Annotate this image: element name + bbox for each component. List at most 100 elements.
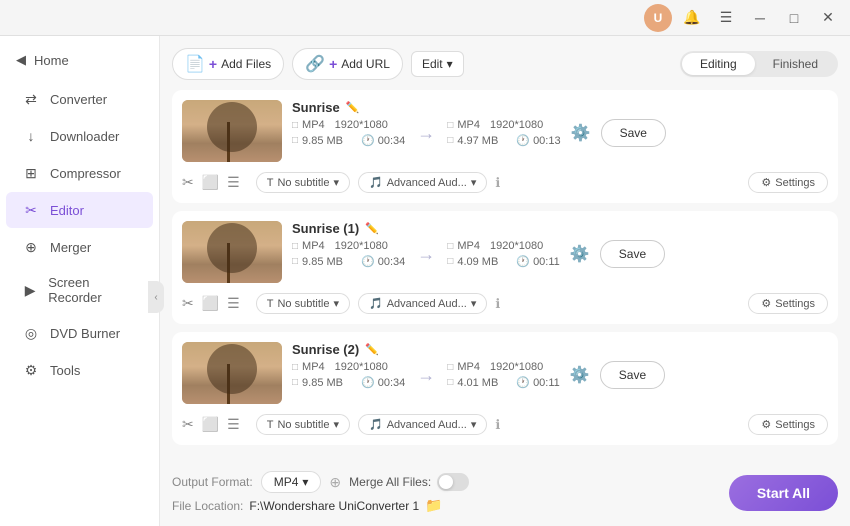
file-thumbnail xyxy=(182,342,282,404)
notification-icon[interactable]: 🔔 xyxy=(678,7,706,29)
sidebar-item-converter[interactable]: ⇄ Converter xyxy=(6,81,153,117)
compressor-icon: ⊞ xyxy=(22,164,40,182)
convert-arrow-icon: → xyxy=(417,244,435,265)
file-card-top: Sunrise ✏️ □ MP4 1920*1080 □ 9.85 MB � xyxy=(182,100,828,162)
sidebar-collapse-btn[interactable]: ‹ xyxy=(148,281,164,313)
subtitle-value: No subtitle xyxy=(277,419,329,431)
add-files-icon: 📄 xyxy=(185,54,205,74)
file-card: Sunrise (1) ✏️ □ MP4 1920*1080 □ 9.85 MB xyxy=(172,211,838,324)
menu-icon[interactable]: ☰ xyxy=(227,295,240,312)
dst-size: □ 4.09 MB 🕐 00:11 xyxy=(447,255,559,268)
crop-icon[interactable]: ⬜ xyxy=(202,174,219,191)
src-size: □ 9.85 MB 🕐 00:34 xyxy=(292,134,405,147)
settings-button[interactable]: ⚙ Settings xyxy=(748,414,828,435)
file-thumbnail xyxy=(182,100,282,162)
file-thumbnail xyxy=(182,221,282,283)
settings-label: Settings xyxy=(775,298,815,310)
output-format-select[interactable]: MP4 ▾ xyxy=(261,471,322,493)
convert-arrow-icon: → xyxy=(417,365,435,386)
menu-icon[interactable]: ☰ xyxy=(227,416,240,433)
file-location-row: File Location: F:\Wondershare UniConvert… xyxy=(172,497,469,514)
file-location-label: File Location: xyxy=(172,499,243,513)
chevron-down-icon: ▾ xyxy=(471,418,477,431)
settings-button[interactable]: ⚙ Settings xyxy=(748,172,828,193)
main-content: 📄 + Add Files 🔗 + Add URL Edit ▾ Editing… xyxy=(160,36,850,526)
dest-meta: □ MP4 1920*1080 □ 4.09 MB 🕐 00:11 xyxy=(447,240,559,268)
edit-dropdown[interactable]: Edit ▾ xyxy=(411,51,464,77)
output-format-row: Output Format: MP4 ▾ ⊕ Merge All Files: xyxy=(172,471,469,493)
add-files-button[interactable]: 📄 + Add Files xyxy=(172,48,284,80)
edit-name-icon[interactable]: ✏️ xyxy=(365,343,379,356)
settings-gear-button[interactable]: ⚙️ xyxy=(566,361,594,389)
sidebar-home[interactable]: ◀ Home xyxy=(0,44,159,76)
settings-button[interactable]: ⚙ Settings xyxy=(748,293,828,314)
sidebar-item-label-dvd-burner: DVD Burner xyxy=(50,326,120,341)
info-icon[interactable]: ℹ xyxy=(495,417,500,433)
output-format-value: MP4 xyxy=(274,475,299,489)
add-output-format-icon[interactable]: ⊕ xyxy=(329,474,341,491)
footer-left: Output Format: MP4 ▾ ⊕ Merge All Files: … xyxy=(172,471,469,514)
audio-icon: 🎵 xyxy=(369,176,383,189)
tab-finished[interactable]: Finished xyxy=(755,53,836,75)
save-button[interactable]: Save xyxy=(600,361,665,389)
crop-icon[interactable]: ⬜ xyxy=(202,416,219,433)
audio-select[interactable]: 🎵 Advanced Aud... ▾ xyxy=(358,172,487,193)
dst-size: □ 4.01 MB 🕐 00:11 xyxy=(447,376,559,389)
minimize-button[interactable]: ─ xyxy=(746,7,774,29)
file-location-value: F:\Wondershare UniConverter 1 xyxy=(249,499,419,513)
sidebar-item-label-compressor: Compressor xyxy=(50,166,121,181)
merge-toggle-switch[interactable] xyxy=(437,473,469,491)
merge-all-label: Merge All Files: xyxy=(349,475,431,489)
dest-meta: □ MP4 1920*1080 □ 4.97 MB 🕐 00:13 xyxy=(447,119,560,147)
toggle-knob xyxy=(439,475,453,489)
output-format-label: Output Format: xyxy=(172,475,253,489)
src-size: □ 9.85 MB 🕐 00:34 xyxy=(292,255,405,268)
folder-icon[interactable]: 📁 xyxy=(425,497,442,514)
add-files-label: Add Files xyxy=(221,57,271,71)
close-button[interactable]: ✕ xyxy=(814,7,842,29)
cut-icon[interactable]: ✂ xyxy=(182,174,194,191)
settings-gear-button[interactable]: ⚙️ xyxy=(566,240,594,268)
sidebar-item-dvd-burner[interactable]: ◎ DVD Burner xyxy=(6,315,153,351)
source-meta: □ MP4 1920*1080 □ 9.85 MB 🕐 00:34 xyxy=(292,240,405,268)
settings-gear-button[interactable]: ⚙️ xyxy=(567,119,595,147)
tab-editing[interactable]: Editing xyxy=(682,53,755,75)
sidebar-items: ⇄ Converter ↓ Downloader ⊞ Compressor ✂ … xyxy=(0,80,159,389)
sidebar-item-compressor[interactable]: ⊞ Compressor xyxy=(6,155,153,191)
audio-select[interactable]: 🎵 Advanced Aud... ▾ xyxy=(358,414,487,435)
sidebar-item-tools[interactable]: ⚙ Tools xyxy=(6,352,153,388)
edit-name-icon[interactable]: ✏️ xyxy=(346,101,360,114)
audio-select[interactable]: 🎵 Advanced Aud... ▾ xyxy=(358,293,487,314)
add-url-button[interactable]: 🔗 + Add URL xyxy=(292,48,403,80)
edit-name-icon[interactable]: ✏️ xyxy=(365,222,379,235)
folder-icon: □ xyxy=(447,377,453,388)
user-avatar[interactable]: U xyxy=(644,4,672,32)
file-name-row: Sunrise ✏️ xyxy=(292,100,828,115)
info-icon[interactable]: ℹ xyxy=(495,296,500,312)
file-card-top: Sunrise (1) ✏️ □ MP4 1920*1080 □ 9.85 MB xyxy=(182,221,828,283)
sidebar-item-screen-recorder[interactable]: ▶ Screen Recorder xyxy=(6,266,153,314)
cut-icon[interactable]: ✂ xyxy=(182,295,194,312)
sidebar-item-merger[interactable]: ⊕ Merger xyxy=(6,229,153,265)
info-icon[interactable]: ℹ xyxy=(495,175,500,191)
thumbnail-art xyxy=(182,100,282,162)
save-button[interactable]: Save xyxy=(600,240,665,268)
menu-icon[interactable]: ☰ xyxy=(227,174,240,191)
cut-icon[interactable]: ✂ xyxy=(182,416,194,433)
crop-icon[interactable]: ⬜ xyxy=(202,295,219,312)
sidebar-item-editor[interactable]: ✂ Editor xyxy=(6,192,153,228)
save-button[interactable]: Save xyxy=(601,119,666,147)
chevron-down-icon: ▾ xyxy=(333,418,339,431)
maximize-button[interactable]: □ xyxy=(780,7,808,29)
subtitle-select[interactable]: T No subtitle ▾ xyxy=(256,414,350,435)
subtitle-select[interactable]: T No subtitle ▾ xyxy=(256,293,350,314)
subtitle-select[interactable]: T No subtitle ▾ xyxy=(256,172,350,193)
start-all-button[interactable]: Start All xyxy=(729,475,838,511)
file-card: Sunrise (2) ✏️ □ MP4 1920*1080 □ 9.85 MB xyxy=(172,332,838,445)
subtitle-value: No subtitle xyxy=(277,298,329,310)
menu-icon[interactable]: ☰ xyxy=(712,7,740,29)
file-meta-row: □ MP4 1920*1080 □ 9.85 MB 🕐 00:34 → xyxy=(292,240,828,268)
sidebar-item-downloader[interactable]: ↓ Downloader xyxy=(6,118,153,154)
titlebar: U 🔔 ☰ ─ □ ✕ xyxy=(0,0,850,36)
settings-label: Settings xyxy=(775,177,815,189)
